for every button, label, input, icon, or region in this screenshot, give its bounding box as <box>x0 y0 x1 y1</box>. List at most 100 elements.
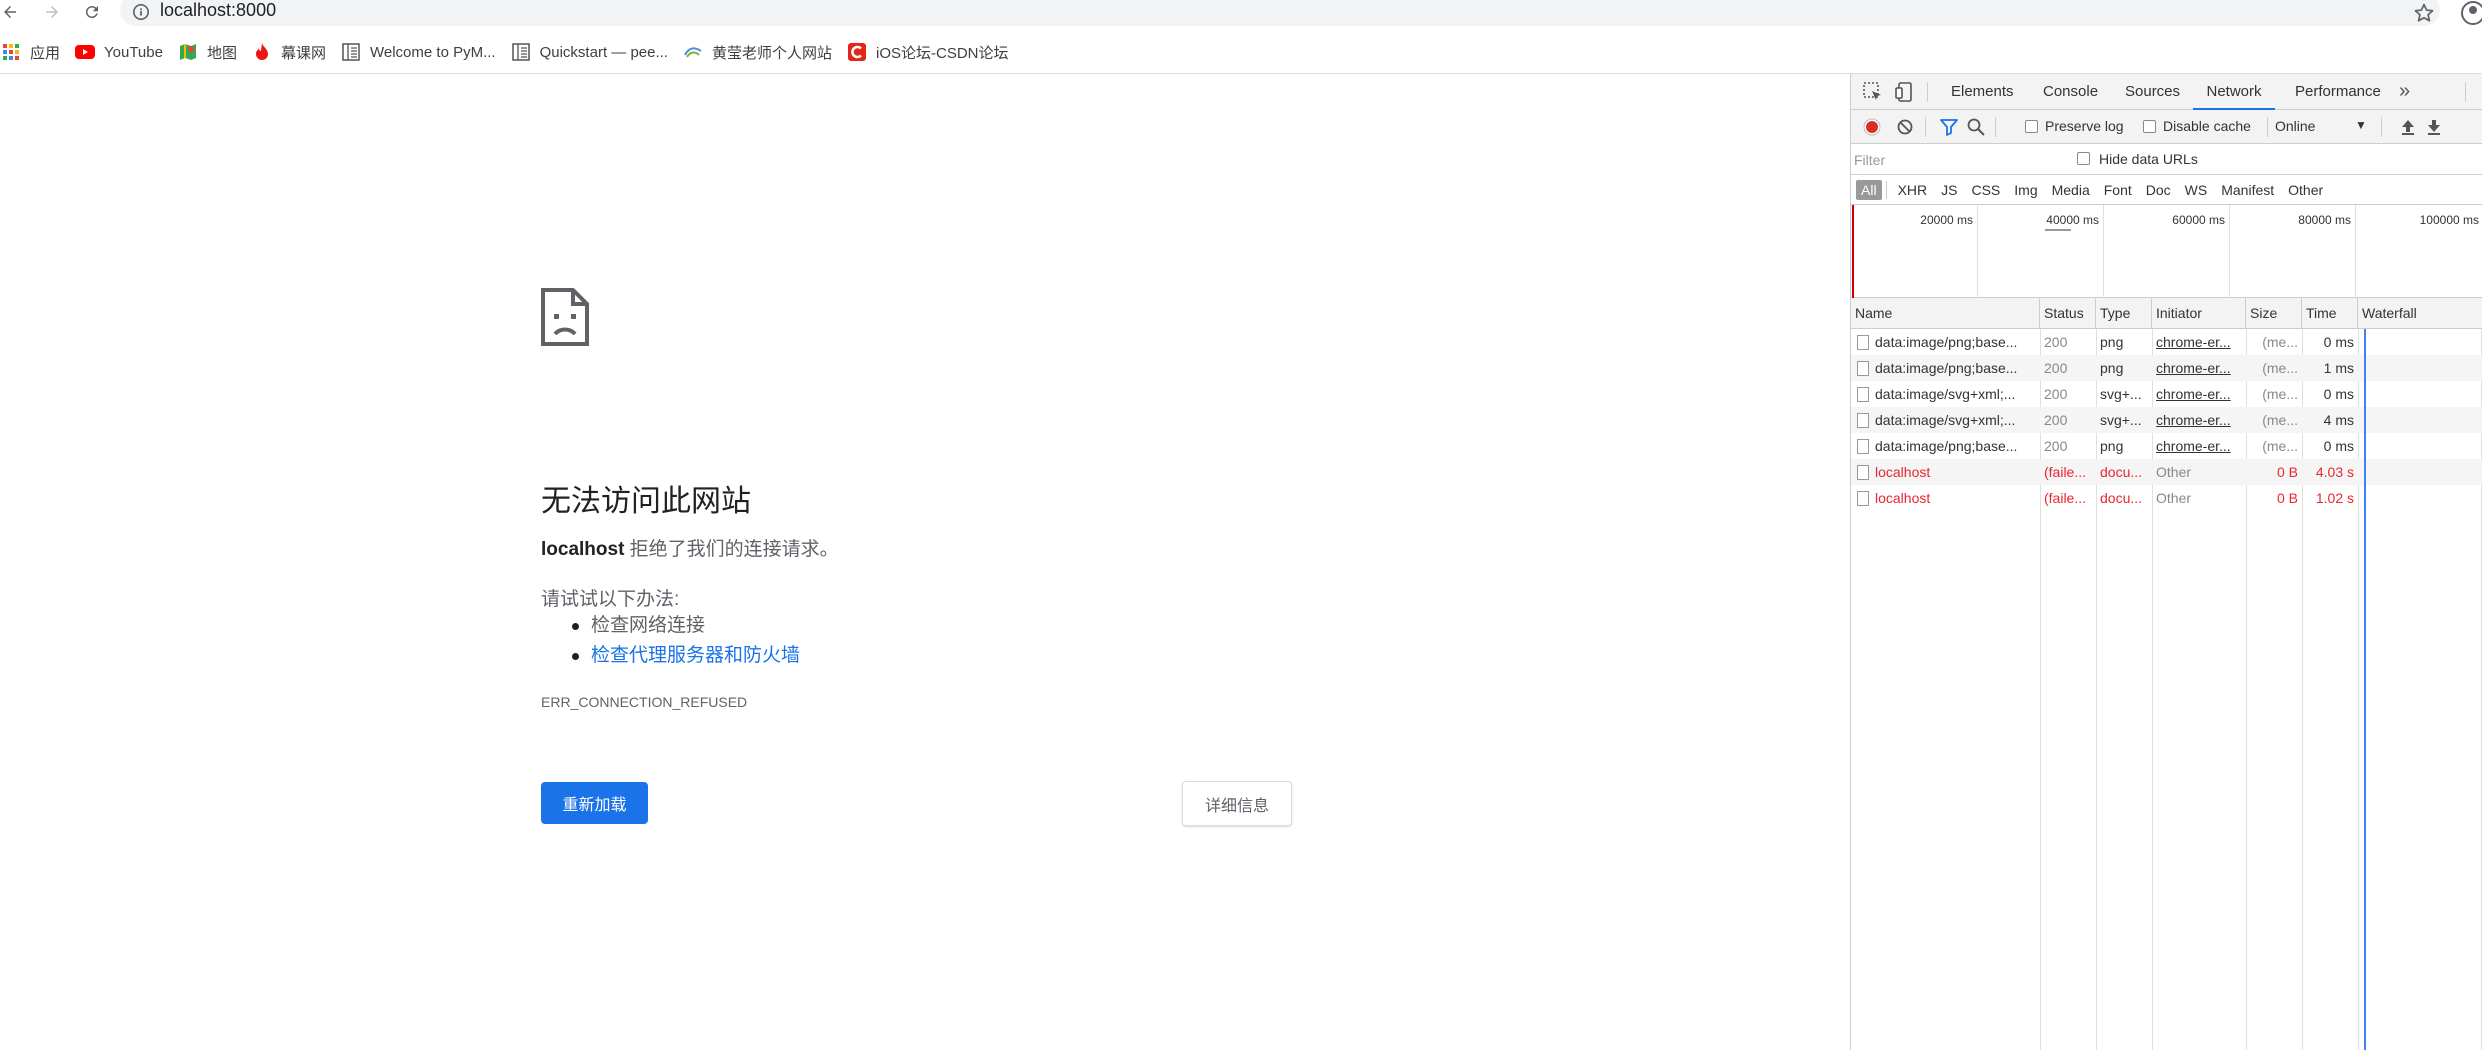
type-filter-all[interactable]: All <box>1856 179 1882 200</box>
column-header-initiator[interactable]: Initiator <box>2152 298 2246 329</box>
reload-icon[interactable] <box>80 0 104 24</box>
more-tabs-chevron-icon[interactable]: » <box>2399 74 2410 110</box>
doc-icon <box>510 41 532 63</box>
suggestion-item: 检查代理服务器和防火墙 <box>571 641 800 671</box>
cell-initiator[interactable]: chrome-er... <box>2152 329 2246 355</box>
suggestion-item: 检查网络连接 <box>571 611 800 641</box>
column-header-name[interactable]: Name <box>1851 298 2040 329</box>
type-filter-font[interactable]: Font <box>2099 180 2137 200</box>
overview-tick-label: 20000 ms <box>1920 213 1973 227</box>
device-toolbar-icon[interactable] <box>1893 80 1917 104</box>
export-har-icon[interactable] <box>2424 117 2444 137</box>
type-filter-js[interactable]: JS <box>1936 180 1962 200</box>
bookmark-maps[interactable]: 地图 <box>177 38 251 66</box>
cell-name: data:image/svg+xml;... <box>1875 386 2016 402</box>
bookmark-teacher-site[interactable]: 黄莹老师个人网站 <box>682 38 846 66</box>
table-row[interactable]: data:image/png;base... 200 png chrome-er...… <box>1851 355 2482 381</box>
filter-funnel-icon[interactable] <box>1939 117 1959 137</box>
cell-type: png <box>2100 438 2124 454</box>
cell-initiator[interactable]: chrome-er... <box>2152 381 2246 407</box>
type-filter-manifest[interactable]: Manifest <box>2216 180 2279 200</box>
tab-performance[interactable]: Performance <box>2295 74 2381 110</box>
bookmark-label: 幕课网 <box>280 44 326 62</box>
type-filter-other[interactable]: Other <box>2283 180 2328 200</box>
network-overview-timeline[interactable]: 20000 ms 40000 ms 60000 ms 80000 ms 1000… <box>1851 205 2482 298</box>
type-filter-ws[interactable]: WS <box>2180 180 2213 200</box>
column-header-status[interactable]: Status <box>2040 298 2096 329</box>
table-row[interactable]: localhost (faile... docu... Other 0 B 1.02 s <box>1851 485 2482 511</box>
cell-size: (me... <box>2262 438 2298 454</box>
hide-data-urls-checkbox[interactable] <box>2077 152 2090 165</box>
back-arrow-icon[interactable] <box>0 0 22 24</box>
profile-avatar-icon[interactable] <box>2458 0 2482 26</box>
dropdown-arrow-icon[interactable]: ▼ <box>2355 118 2367 132</box>
type-filter-doc[interactable]: Doc <box>2141 180 2176 200</box>
type-filter-img[interactable]: Img <box>2009 180 2042 200</box>
table-row[interactable]: data:image/svg+xml;... 200 svg+... chrome-e… <box>1851 381 2482 407</box>
toolbar-divider <box>1927 82 1928 102</box>
bookmark-star-icon[interactable] <box>2412 1 2436 25</box>
cell-initiator[interactable]: chrome-er... <box>2152 355 2246 381</box>
throttling-select[interactable]: Online <box>2275 118 2315 134</box>
type-filter-css[interactable]: CSS <box>1966 180 2005 200</box>
tab-sources[interactable]: Sources <box>2125 74 2180 110</box>
cell-initiator[interactable]: chrome-er... <box>2152 433 2246 459</box>
bookmark-youtube[interactable]: YouTube <box>74 38 177 66</box>
reload-button[interactable]: 重新加载 <box>541 782 648 824</box>
preserve-log-label: Preserve log <box>2045 118 2124 134</box>
clear-icon[interactable] <box>1895 117 1915 137</box>
info-icon[interactable] <box>132 3 150 21</box>
toolbar-divider <box>2465 82 2466 102</box>
cell-status: (faile... <box>2044 490 2087 506</box>
column-header-time[interactable]: Time <box>2302 298 2358 329</box>
bookmark-csdn[interactable]: iOS论坛-CSDN论坛 <box>846 38 1023 66</box>
tab-console[interactable]: Console <box>2043 74 2098 110</box>
column-header-size[interactable]: Size <box>2246 298 2302 329</box>
table-row[interactable]: data:image/svg+xml;... 200 svg+... chrome-e… <box>1851 407 2482 433</box>
cell-initiator[interactable]: chrome-er... <box>2152 407 2246 433</box>
details-button[interactable]: 详细信息 <box>1182 781 1292 826</box>
overview-request-bar <box>2045 229 2071 231</box>
url-text[interactable]: localhost:8000 <box>160 0 276 21</box>
record-icon[interactable] <box>1862 117 1882 137</box>
devtools-tab-bar: Elements Console Sources Network Perform… <box>1851 74 2482 110</box>
import-har-icon[interactable] <box>2398 117 2418 137</box>
cell-time: 1.02 s <box>2315 490 2354 506</box>
file-icon <box>1857 335 1869 350</box>
forward-arrow-icon[interactable] <box>40 0 64 24</box>
type-filter-media[interactable]: Media <box>2047 180 2095 200</box>
preserve-log-checkbox[interactable] <box>2025 120 2038 133</box>
address-bar[interactable]: localhost:8000 <box>120 0 2440 26</box>
cell-status: 200 <box>2044 412 2068 428</box>
suggestion-check-proxy-link[interactable]: 检查代理服务器和防火墙 <box>591 645 800 666</box>
filter-input[interactable] <box>1854 149 2064 171</box>
overview-tick-label: 40000 ms <box>2046 213 2099 227</box>
bookmarks-bar: 应用 YouTube 地图 幕课网 Welcome to PyM... Quic… <box>0 38 2482 66</box>
cell-type: svg+... <box>2100 386 2142 402</box>
table-row[interactable]: data:image/png;base... 200 png chrome-er...… <box>1851 329 2482 355</box>
type-filter-xhr[interactable]: XHR <box>1893 180 1933 200</box>
cell-time: 0 ms <box>2323 438 2354 454</box>
bookmark-pymysql[interactable]: Welcome to PyM... <box>340 38 510 66</box>
cell-size: (me... <box>2262 334 2298 350</box>
cell-time: 0 ms <box>2323 386 2354 402</box>
bookmark-quickstart[interactable]: Quickstart — pee... <box>510 38 682 66</box>
cell-time: 1 ms <box>2323 360 2354 376</box>
tab-elements[interactable]: Elements <box>1951 74 2014 110</box>
cell-size: (me... <box>2262 386 2298 402</box>
file-icon <box>1857 413 1869 428</box>
bookmark-apps[interactable]: 应用 <box>0 38 74 66</box>
tab-network[interactable]: Network <box>2193 74 2275 110</box>
cell-status: 200 <box>2044 334 2068 350</box>
cell-type: png <box>2100 360 2124 376</box>
table-row[interactable]: data:image/png;base... 200 png chrome-er...… <box>1851 433 2482 459</box>
disable-cache-checkbox[interactable] <box>2143 120 2156 133</box>
column-header-type[interactable]: Type <box>2096 298 2152 329</box>
search-icon[interactable] <box>1966 117 1986 137</box>
inspect-element-icon[interactable] <box>1861 80 1885 104</box>
cell-status: 200 <box>2044 438 2068 454</box>
flame-icon <box>251 41 273 63</box>
bookmark-imooc[interactable]: 幕课网 <box>251 38 340 66</box>
table-row[interactable]: localhost (faile... docu... Other 0 B 4.03 s <box>1851 459 2482 485</box>
column-header-waterfall[interactable]: Waterfall <box>2358 298 2482 329</box>
